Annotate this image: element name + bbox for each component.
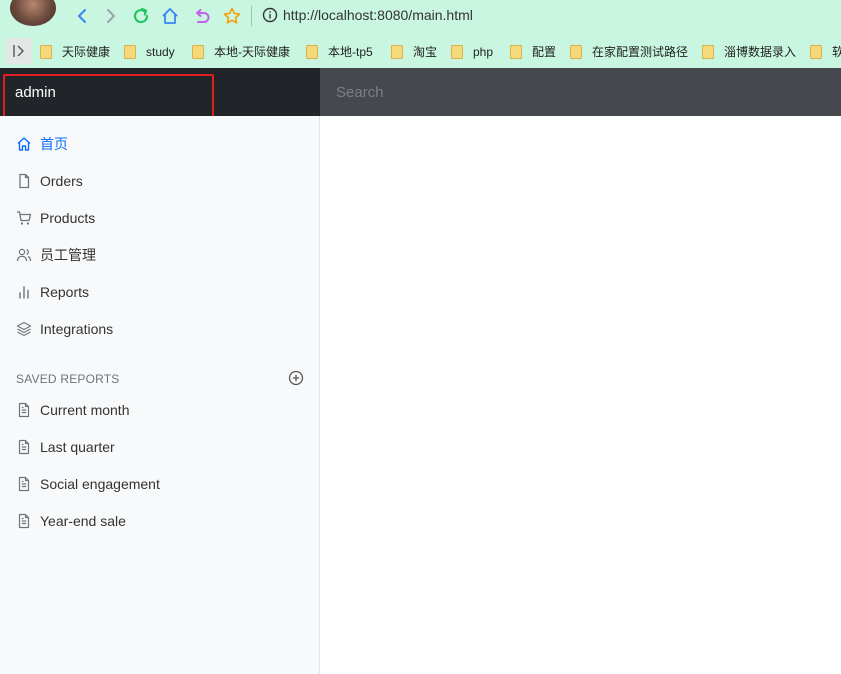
saved-reports-heading: SAVED REPORTS	[16, 372, 120, 386]
bookmark-item[interactable]: 天际健康	[40, 43, 110, 61]
saved-report-label: Current month	[40, 402, 130, 418]
browser-toolbar: http://localhost:8080/main.html	[0, 0, 841, 34]
chevron-left-icon	[78, 9, 86, 23]
saved-report-item[interactable]: Year-end sale	[16, 511, 126, 531]
sidebar-item-label: Orders	[40, 173, 83, 189]
sidebar-item-orders[interactable]: Orders	[16, 171, 83, 191]
layers-icon	[16, 321, 32, 337]
bookmark-item[interactable]: php	[451, 43, 493, 61]
saved-report-label: Year-end sale	[40, 513, 126, 529]
home-icon	[162, 8, 178, 24]
file-text-icon	[16, 513, 32, 529]
search-input[interactable]	[336, 82, 816, 102]
sidebar-item-reports[interactable]: Reports	[16, 282, 89, 302]
sidebar-item-home[interactable]: 首页	[16, 134, 68, 154]
sidebar-item-label: Products	[40, 210, 96, 226]
bar-chart-icon	[16, 284, 32, 300]
folder-icon	[40, 45, 52, 59]
bookmark-item[interactable]: 淄博数据录入	[702, 43, 796, 61]
sidebar: 首页 Orders Products 员工管理 Reports Integrat…	[0, 116, 320, 674]
saved-report-item[interactable]: Last quarter	[16, 437, 115, 457]
bookmark-star-button[interactable]	[220, 4, 244, 28]
home-button[interactable]	[158, 4, 182, 28]
info-icon[interactable]	[262, 7, 278, 23]
folder-icon	[124, 45, 136, 59]
sidebar-toggle-button[interactable]	[6, 38, 32, 64]
address-bar[interactable]: http://localhost:8080/main.html	[283, 7, 473, 23]
file-text-icon	[16, 439, 32, 455]
cart-icon	[16, 210, 32, 226]
folder-icon	[570, 45, 582, 59]
chevron-right-icon	[107, 9, 115, 23]
saved-report-item[interactable]: Current month	[16, 400, 129, 420]
forward-button[interactable]	[99, 4, 123, 28]
bookmark-item[interactable]: 配置	[510, 43, 556, 61]
file-icon	[16, 173, 32, 189]
panel-expand-icon	[13, 45, 24, 57]
sidebar-item-label: Integrations	[40, 321, 114, 337]
file-text-icon	[16, 402, 32, 418]
undo-close-tab-button[interactable]	[190, 4, 214, 28]
sidebar-item-label: 首页	[40, 136, 68, 152]
refresh-icon	[133, 7, 149, 24]
main-content	[321, 116, 841, 674]
bookmarks-bar: 天际健康 study 本地-天际健康 本地-tp5 淘宝 php 配置 在家配置…	[0, 34, 841, 68]
star-icon	[223, 7, 241, 24]
bookmark-item[interactable]: 本地-天际健康	[192, 43, 290, 61]
bookmark-item[interactable]: 本地-tp5	[306, 43, 373, 61]
sidebar-item-staff[interactable]: 员工管理	[16, 245, 96, 265]
folder-icon	[192, 45, 204, 59]
bookmark-item[interactable]: 在家配置测试路径	[570, 43, 688, 61]
folder-icon	[451, 45, 463, 59]
sidebar-item-integrations[interactable]: Integrations	[16, 319, 113, 339]
saved-report-item[interactable]: Social engagement	[16, 474, 160, 494]
home-icon	[16, 136, 32, 152]
search-bar	[320, 68, 841, 116]
folder-icon	[306, 45, 318, 59]
sidebar-item-label: Reports	[40, 284, 90, 300]
folder-icon	[810, 45, 822, 59]
highlight-box	[3, 74, 214, 119]
users-icon	[16, 247, 32, 263]
folder-icon	[510, 45, 522, 59]
reload-button[interactable]	[129, 4, 153, 28]
folder-icon	[391, 45, 403, 59]
file-text-icon	[16, 476, 32, 492]
sidebar-item-label: 员工管理	[40, 247, 96, 263]
plus-circle-icon[interactable]	[288, 370, 304, 386]
undo-icon	[196, 9, 210, 23]
bookmark-item[interactable]: 软	[810, 43, 841, 61]
back-button[interactable]	[70, 4, 94, 28]
bookmark-item[interactable]: 淘宝	[391, 43, 437, 61]
saved-report-label: Social engagement	[40, 476, 160, 492]
bookmark-item[interactable]: study	[124, 43, 175, 61]
toolbar-divider	[251, 6, 252, 26]
sidebar-item-products[interactable]: Products	[16, 208, 95, 228]
folder-icon	[702, 45, 714, 59]
saved-report-label: Last quarter	[40, 439, 115, 455]
profile-avatar[interactable]	[10, 0, 56, 26]
